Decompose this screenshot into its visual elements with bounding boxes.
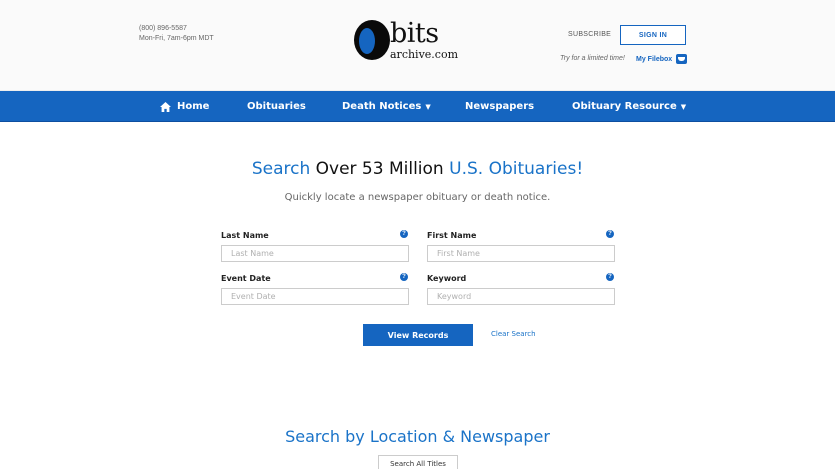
keyword-input[interactable] bbox=[427, 288, 615, 305]
main-nav: Home Obituaries Death Notices ▼ Newspape… bbox=[0, 91, 835, 122]
chevron-down-icon: ▼ bbox=[680, 102, 687, 111]
nav-death-notices-label: Death Notices bbox=[342, 101, 422, 112]
sign-in-button[interactable]: SIGN IN bbox=[620, 25, 686, 45]
event-date-label: Event Date bbox=[221, 274, 271, 283]
contact-info: (800) 896-5587 Mon-Fri, 7am-6pm MDT bbox=[139, 24, 214, 44]
nav-obituary-resource-label: Obituary Resource bbox=[572, 101, 677, 112]
nav-item-death-notices[interactable]: Death Notices ▼ bbox=[342, 91, 431, 122]
last-name-label: Last Name bbox=[221, 231, 269, 240]
filebox-label: My Filebox bbox=[636, 55, 673, 63]
filebox-icon bbox=[676, 54, 688, 64]
location-heading: Search by Location & Newspaper bbox=[285, 427, 550, 446]
event-date-input[interactable] bbox=[221, 288, 409, 305]
home-icon bbox=[160, 101, 171, 112]
event-date-help-icon[interactable]: ? bbox=[400, 273, 408, 281]
first-name-help-icon[interactable]: ? bbox=[606, 230, 614, 238]
logo-bits-text: bits bbox=[390, 18, 439, 49]
nav-item-obituaries[interactable]: Obituaries bbox=[247, 91, 306, 122]
page-subtitle: Quickly locate a newspaper obituary or d… bbox=[284, 192, 551, 203]
site-logo[interactable]: bits archive.com bbox=[354, 18, 484, 66]
phone-number[interactable]: (800) 896-5587 bbox=[139, 24, 214, 34]
search-section: Search Over 53 Million U.S. Obituaries! … bbox=[0, 122, 835, 469]
search-all-titles-button[interactable]: Search All Titles bbox=[378, 455, 458, 469]
headline-part-us: U.S. Obituaries! bbox=[449, 159, 584, 179]
headline-part-search: Search bbox=[251, 159, 311, 179]
keyword-label: Keyword bbox=[427, 274, 467, 283]
nav-item-home[interactable]: Home bbox=[160, 91, 209, 122]
view-records-button[interactable]: View Records bbox=[363, 324, 473, 346]
nav-item-obituary-resource[interactable]: Obituary Resource ▼ bbox=[572, 91, 686, 122]
page-title: Search Over 53 Million U.S. Obituaries! bbox=[0, 159, 835, 179]
trial-tagline: Try for a limited time! bbox=[560, 55, 625, 62]
logo-archive-text: archive.com bbox=[390, 48, 459, 61]
last-name-input[interactable] bbox=[221, 245, 409, 262]
nav-newspapers-label: Newspapers bbox=[465, 101, 535, 112]
site-header: (800) 896-5587 Mon-Fri, 7am-6pm MDT bits… bbox=[0, 0, 835, 91]
last-name-help-icon[interactable]: ? bbox=[400, 230, 408, 238]
clear-search-link[interactable]: Clear Search bbox=[491, 330, 536, 338]
nav-obituaries-label: Obituaries bbox=[247, 101, 306, 112]
headline-part-count: Over 53 Million bbox=[315, 159, 444, 179]
nav-item-newspapers[interactable]: Newspapers bbox=[465, 91, 534, 122]
logo-o-mark bbox=[354, 20, 390, 60]
subscribe-link[interactable]: SUBSCRIBE bbox=[568, 31, 611, 38]
keyword-help-icon[interactable]: ? bbox=[606, 273, 614, 281]
nav-home-label: Home bbox=[177, 101, 210, 112]
first-name-input[interactable] bbox=[427, 245, 615, 262]
my-filebox-link[interactable]: My Filebox bbox=[636, 54, 688, 64]
first-name-label: First Name bbox=[427, 231, 477, 240]
support-hours: Mon-Fri, 7am-6pm MDT bbox=[139, 35, 214, 42]
chevron-down-icon: ▼ bbox=[425, 102, 431, 111]
